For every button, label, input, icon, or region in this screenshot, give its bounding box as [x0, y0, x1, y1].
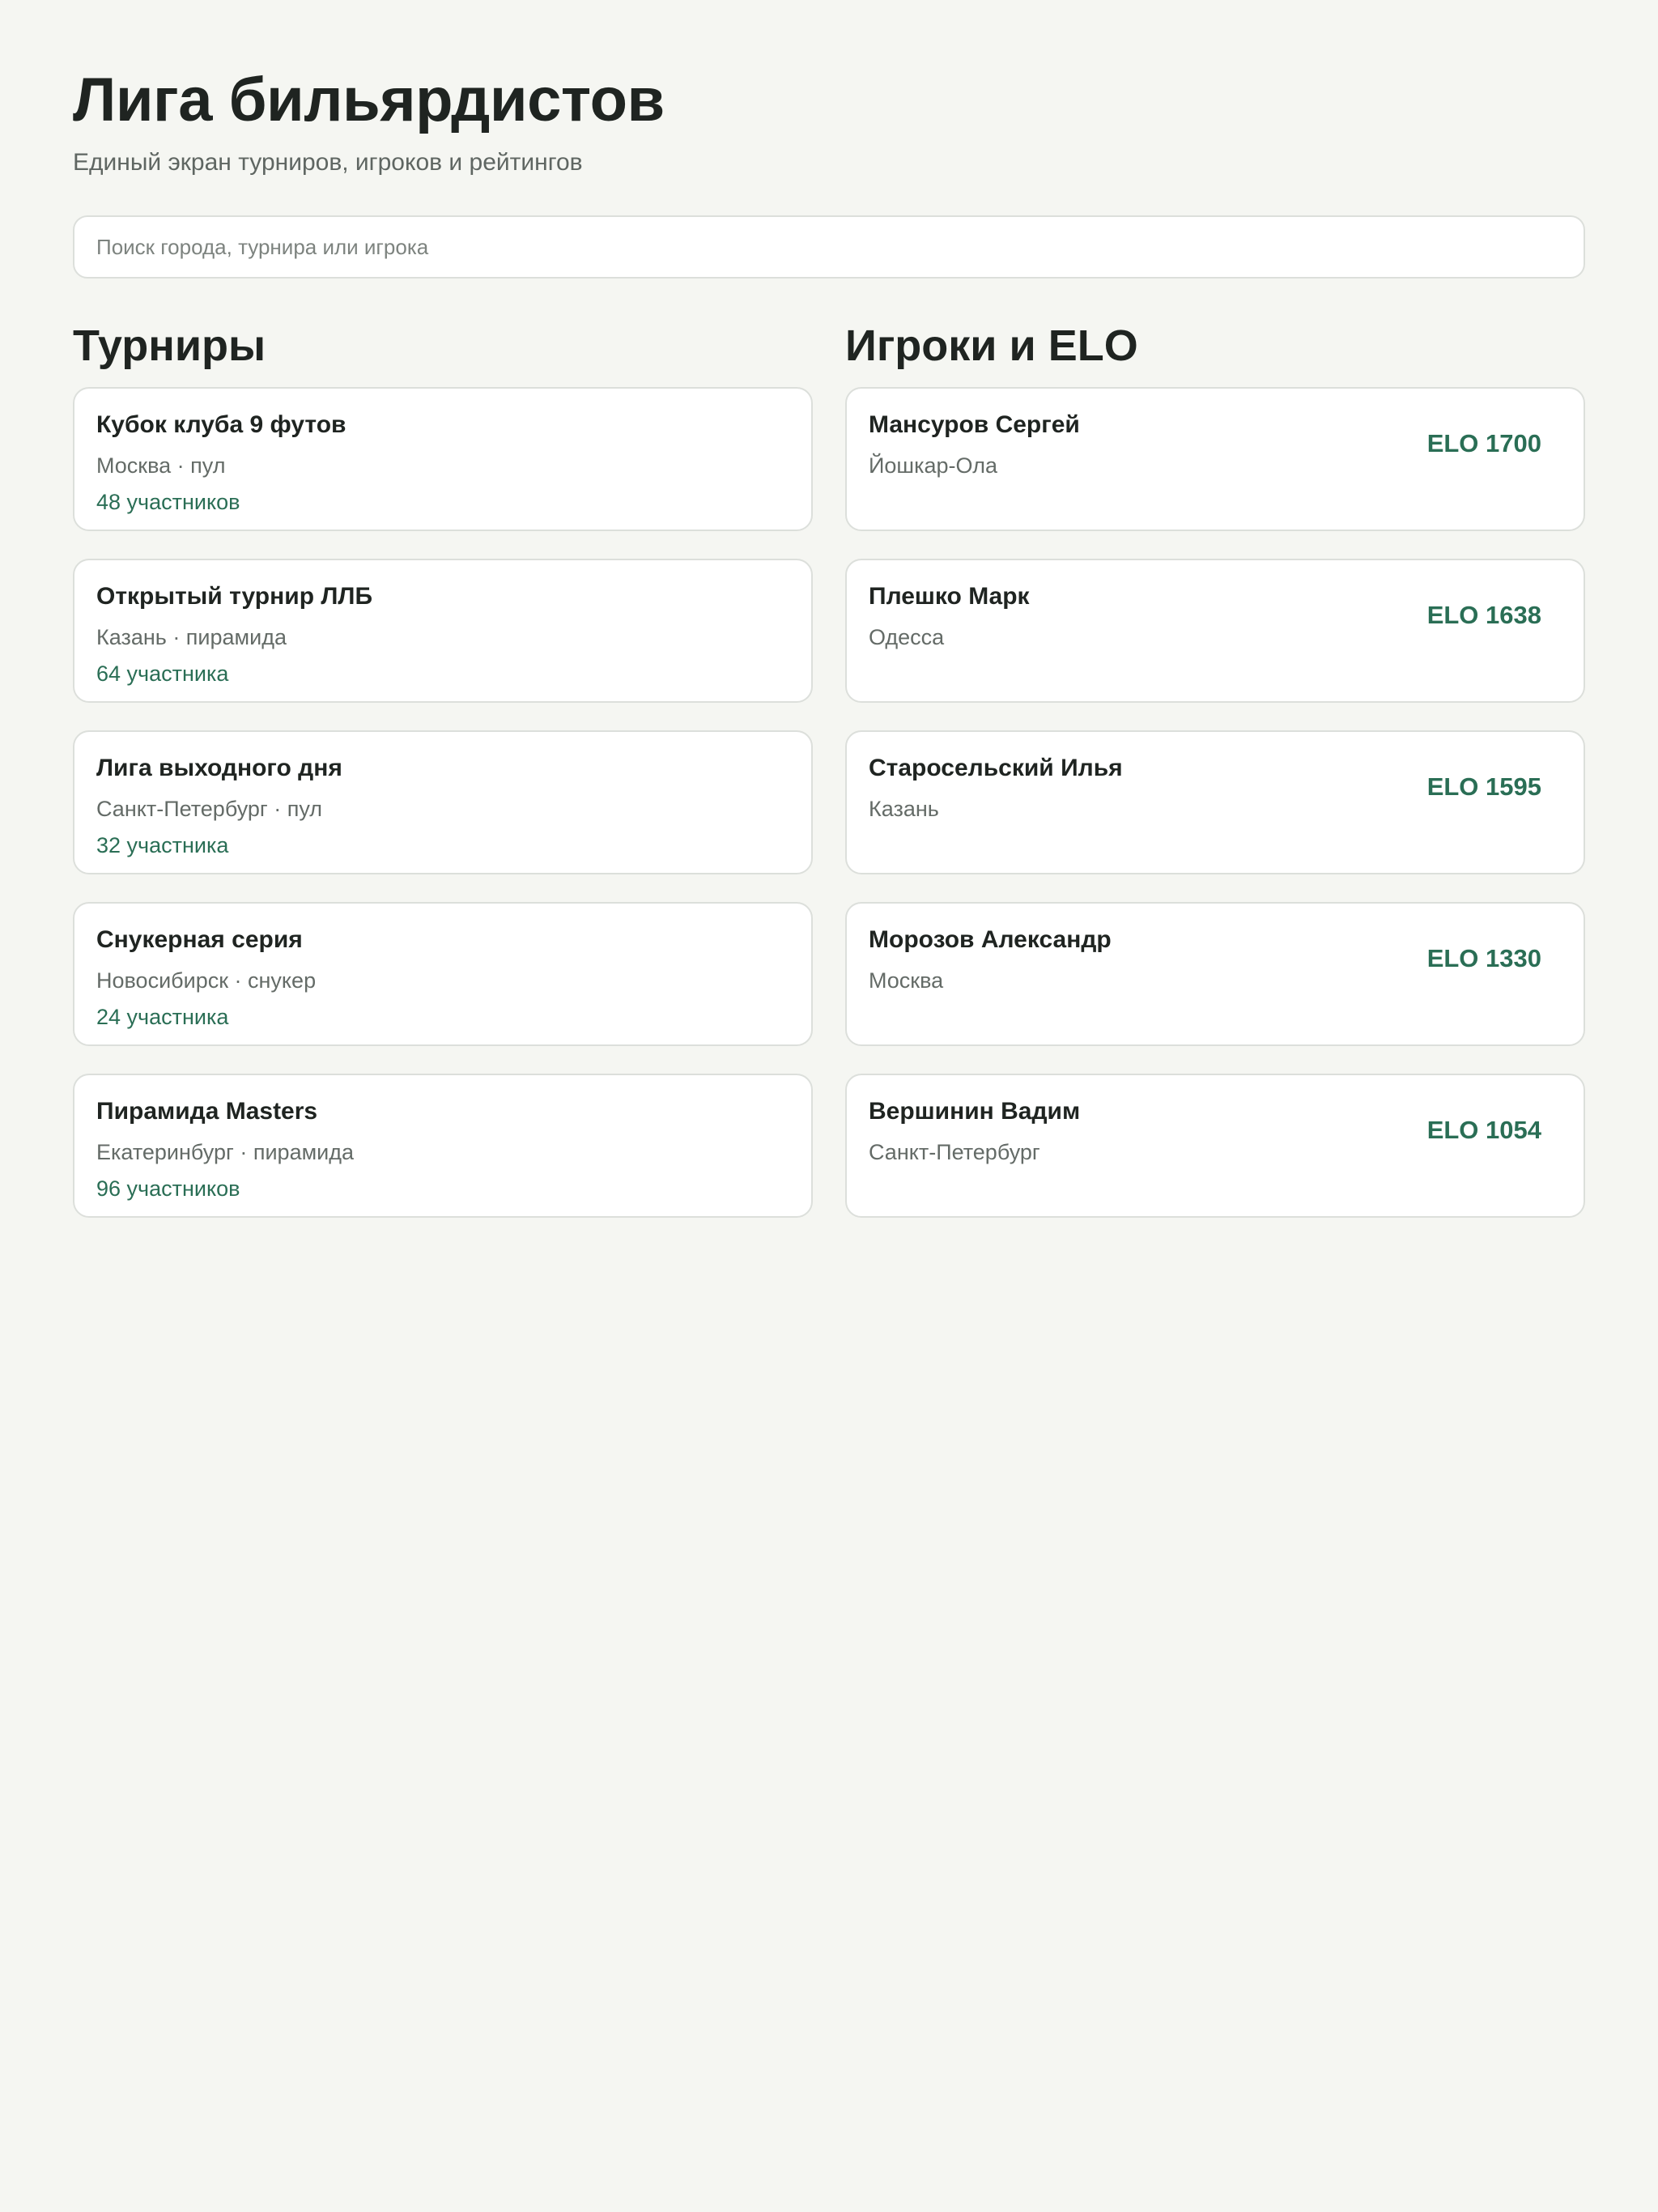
tournament-location-discipline: Екатеринбург · пирамида: [96, 1140, 355, 1164]
tournament-card[interactable]: Снукерная серия Новосибирск · снукер 24 …: [73, 902, 813, 1046]
players-section: Игроки и ELO Мансуров Сергей Йошкар-Ола …: [845, 317, 1585, 1218]
tournament-title: Лига выходного дня: [96, 755, 342, 781]
tournament-card[interactable]: Открытый турнир ЛЛБ Казань · пирамида 64…: [73, 559, 813, 703]
tournament-location-discipline: Санкт-Петербург · пул: [96, 797, 323, 821]
tournaments-section: Турниры Кубок клуба 9 футов Москва · пул…: [73, 317, 813, 1218]
tournament-participants: 32 участника: [96, 833, 229, 857]
tournament-location-discipline: Казань · пирамида: [96, 625, 287, 649]
tournament-title: Снукерная серия: [96, 926, 303, 953]
tournament-title: Открытый турнир ЛЛБ: [96, 583, 373, 610]
player-city: Одесса: [869, 625, 945, 649]
tournament-card[interactable]: Лига выходного дня Санкт-Петербург · пул…: [73, 730, 813, 874]
player-elo: ELO 1330: [1426, 944, 1541, 972]
player-city: Москва: [869, 968, 944, 993]
tournaments-heading: Турниры: [73, 321, 266, 370]
player-city: Йошкар-Ола: [869, 453, 997, 478]
player-list: Мансуров Сергей Йошкар-Ола ELO 1700 Плеш…: [845, 387, 1585, 1218]
tournament-list: Кубок клуба 9 футов Москва · пул 48 учас…: [73, 387, 813, 1218]
players-heading: Игроки и ELO: [845, 321, 1138, 370]
tournament-participants: 24 участника: [96, 1005, 229, 1029]
tournament-participants: 96 участников: [96, 1176, 240, 1201]
player-city: Казань: [869, 797, 939, 821]
page-title: Лига бильярдистов: [73, 66, 665, 134]
page: Лига бильярдистов Единый экран турниров,…: [0, 0, 1658, 2212]
player-elo: ELO 1054: [1426, 1116, 1541, 1144]
player-elo: ELO 1638: [1426, 601, 1541, 629]
tournament-location-discipline: Новосибирск · снукер: [96, 968, 317, 993]
player-card[interactable]: Вершинин Вадим Санкт-Петербург ELO 1054: [845, 1074, 1585, 1218]
player-card[interactable]: Морозов Александр Москва ELO 1330: [845, 902, 1585, 1046]
tournament-card[interactable]: Пирамида Masters Екатеринбург · пирамида…: [73, 1074, 813, 1218]
player-card[interactable]: Мансуров Сергей Йошкар-Ола ELO 1700: [845, 387, 1585, 531]
page-subtitle: Единый экран турниров, игроков и рейтинг…: [73, 149, 583, 176]
search-box: [73, 215, 1585, 279]
player-city: Санкт-Петербург: [869, 1140, 1040, 1164]
tournament-title: Пирамида Masters: [96, 1098, 318, 1125]
player-card[interactable]: Старосельский Илья Казань ELO 1595: [845, 730, 1585, 874]
player-elo: ELO 1595: [1426, 772, 1541, 801]
tournament-location-discipline: Москва · пул: [96, 453, 226, 478]
search-input[interactable]: [74, 217, 1584, 277]
player-card[interactable]: Плешко Марк Одесса ELO 1638: [845, 559, 1585, 703]
tournament-participants: 64 участника: [96, 661, 229, 686]
tournament-card[interactable]: Кубок клуба 9 футов Москва · пул 48 учас…: [73, 387, 813, 531]
player-elo: ELO 1700: [1426, 429, 1541, 457]
tournament-participants: 48 участников: [96, 490, 240, 514]
tournament-title: Кубок клуба 9 футов: [96, 411, 346, 438]
